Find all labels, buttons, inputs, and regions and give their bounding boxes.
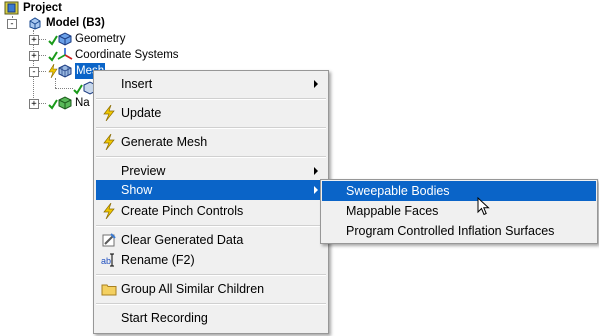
menu-item-update[interactable]: Update [96, 103, 326, 123]
submenu-item-sweepable-bodies[interactable]: Sweepable Bodies [322, 181, 596, 201]
submenu-item-label: Mappable Faces [346, 204, 439, 218]
mesh-icon [58, 64, 72, 78]
menu-item-insert[interactable]: Insert [96, 74, 326, 94]
menu-separator [96, 156, 326, 158]
menu-item-label: Rename (F2) [121, 253, 195, 267]
submenu-item-mappable-faces[interactable]: Mappable Faces [322, 201, 596, 221]
lightning-icon [103, 105, 115, 121]
folder-icon [101, 284, 117, 296]
expand-toggle[interactable]: + [29, 99, 39, 109]
tree-line [38, 71, 46, 72]
collapse-toggle[interactable]: - [29, 67, 39, 77]
menu-item-label: Start Recording [121, 311, 208, 325]
geometry-icon [58, 32, 72, 46]
menu-item-label: Clear Generated Data [121, 233, 244, 247]
submenu-arrow-icon [314, 186, 318, 194]
model-icon [29, 17, 41, 30]
svg-text:ab: ab [101, 256, 111, 266]
menu-item-label: Group All Similar Children [121, 282, 265, 296]
project-icon [4, 1, 19, 15]
tree-item-model[interactable]: Model (B3) [27, 15, 105, 31]
menu-separator [96, 303, 326, 305]
tree-line [55, 88, 73, 89]
tree-line [38, 39, 46, 40]
clear-data-icon [102, 233, 116, 247]
tree-label: Model (B3) [46, 17, 105, 29]
show-submenu: Sweepable Bodies Mappable Faces Program … [320, 179, 598, 244]
expand-toggle[interactable]: + [29, 51, 39, 61]
tree-item-project[interactable]: Project [4, 0, 62, 16]
rename-icon: ab [101, 253, 114, 267]
tree-line [55, 78, 56, 88]
tree-label: Project [23, 2, 62, 14]
menu-item-preview[interactable]: Preview [96, 161, 326, 181]
menu-item-label: Create Pinch Controls [121, 204, 244, 218]
tree-item-geometry[interactable]: Geometry [48, 31, 126, 47]
tree-label: Geometry [75, 33, 126, 45]
menu-separator [96, 225, 326, 227]
lightning-icon [103, 203, 115, 219]
collapse-toggle[interactable]: - [7, 19, 17, 29]
menu-item-label: Preview [121, 164, 166, 178]
tree-label: Coordinate Systems [75, 49, 179, 61]
tree-line [38, 103, 46, 104]
context-menu: Insert Update Generate Mesh Preview Show… [93, 70, 329, 334]
menu-item-label: Update [121, 106, 162, 120]
menu-item-rename[interactable]: ab Rename (F2) [96, 250, 326, 270]
submenu-arrow-icon [314, 167, 318, 175]
tree-item-coordinate-systems[interactable]: Coordinate Systems [48, 47, 179, 63]
tree-line [38, 55, 46, 56]
expand-toggle[interactable]: + [29, 35, 39, 45]
menu-item-label: Show [121, 183, 153, 197]
submenu-item-label: Program Controlled Inflation Surfaces [346, 224, 555, 238]
submenu-arrow-icon [314, 80, 318, 88]
coordinate-systems-icon [57, 48, 73, 60]
menu-separator [96, 98, 326, 100]
lightning-icon [103, 134, 115, 150]
menu-separator [96, 127, 326, 129]
menu-item-start-recording[interactable]: Start Recording [96, 308, 326, 328]
tree-label: Na [75, 97, 90, 109]
menu-separator [96, 274, 326, 276]
menu-item-create-pinch-controls[interactable]: Create Pinch Controls [96, 201, 326, 221]
menu-item-show[interactable]: Show [96, 180, 326, 200]
tree-item-named-selections[interactable]: Na [48, 95, 90, 111]
named-selections-icon [58, 96, 72, 110]
menu-item-group-all-similar-children[interactable]: Group All Similar Children [96, 279, 326, 299]
menu-item-clear-generated-data[interactable]: Clear Generated Data [96, 230, 326, 250]
menu-item-generate-mesh[interactable]: Generate Mesh [96, 132, 326, 152]
menu-item-label: Generate Mesh [121, 135, 208, 149]
menu-item-label: Insert [121, 77, 153, 91]
mouse-cursor-icon [477, 197, 490, 216]
submenu-item-label: Sweepable Bodies [346, 184, 450, 198]
submenu-item-program-controlled-inflation-surfaces[interactable]: Program Controlled Inflation Surfaces [322, 221, 596, 241]
